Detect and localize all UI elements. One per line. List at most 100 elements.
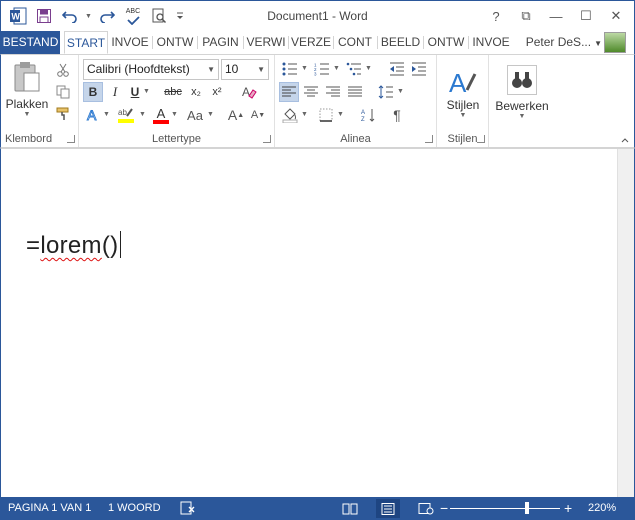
word-count[interactable]: 1 WOORD [108,497,161,520]
zoom-slider-thumb[interactable] [525,502,529,514]
copy-button[interactable] [53,82,73,102]
sort-button[interactable]: AZ [359,105,379,125]
borders-button[interactable] [315,105,337,125]
strikethrough-button[interactable]: abc [161,82,185,102]
read-mode-icon[interactable] [338,499,362,518]
align-right-icon [326,86,340,97]
font-name-combo[interactable]: Calibri (Hoofdtekst) ▼ [83,59,219,80]
subscript-button[interactable]: x₂ [186,82,206,102]
shrink-font-button[interactable]: A ▼ [249,105,267,125]
tab-design[interactable]: ONTW [154,31,196,54]
zoom-slider[interactable] [450,508,560,509]
decrease-indent-icon [390,62,404,76]
show-formatting-button[interactable]: ¶ [387,105,407,125]
binoculars-icon [507,64,537,95]
align-center-button[interactable] [301,82,321,102]
tab-start[interactable]: START [64,31,108,54]
format-painter-button[interactable] [53,104,73,124]
shading-dropdown-icon[interactable]: ▼ [301,111,308,118]
title-bar: W ▼ ABC Document1 - Word ? ⧉ — ☐ ✕ [0,0,635,31]
shading-button[interactable] [279,105,301,125]
bullets-button[interactable] [279,59,301,79]
font-color-dropdown-icon[interactable]: ▼ [171,111,178,118]
help-icon[interactable]: ? [482,5,510,27]
document-area[interactable]: =lorem() [0,148,635,498]
dialog-launcher-icon[interactable] [477,135,485,143]
cut-button[interactable] [53,60,73,80]
dialog-launcher-icon[interactable] [263,135,271,143]
text-effects-dropdown-icon[interactable]: ▼ [103,111,110,118]
web-layout-icon[interactable] [414,499,438,518]
tab-file[interactable]: BESTAND [1,31,60,54]
multilevel-list-button[interactable] [343,59,365,79]
tab-developer[interactable]: ONTW [425,31,467,54]
editing-button[interactable]: Bewerken ▼ [493,58,551,126]
multilevel-dropdown-icon[interactable]: ▼ [365,65,372,72]
tab-layout[interactable]: PAGIN [199,31,242,54]
tab-view[interactable]: BEELD [379,31,422,54]
collapse-ribbon-button[interactable] [619,135,631,145]
ribbon-display-icon[interactable]: ⧉ [512,5,540,27]
proofing-icon[interactable] [180,501,196,517]
dialog-launcher-icon[interactable] [425,135,433,143]
zoom-level[interactable]: 220% [588,497,616,520]
justify-button[interactable] [345,82,365,102]
tab-insert[interactable]: INVOE [109,31,151,54]
maximize-icon[interactable]: ☐ [572,5,600,27]
numbering-button[interactable]: 123 [311,59,333,79]
borders-dropdown-icon[interactable]: ▼ [337,111,344,118]
svg-text:Z: Z [361,117,365,122]
align-left-button[interactable] [279,82,299,102]
tab-mailings[interactable]: VERZE [290,31,332,54]
change-case-button[interactable]: Aa [183,105,207,125]
align-right-button[interactable] [323,82,343,102]
underline-button[interactable]: U [127,82,143,102]
highlight-button[interactable]: ab [115,105,137,125]
chevron-down-icon: ▼ [594,39,602,48]
clear-formatting-button[interactable]: A [239,82,259,102]
close-icon[interactable]: ✕ [602,5,630,27]
document-text[interactable]: =lorem() [26,231,122,260]
tab-review[interactable]: CONT [335,31,375,54]
increase-indent-icon [412,62,426,76]
tab-addins[interactable]: INVOE [470,31,512,54]
vertical-scrollbar[interactable] [617,149,634,498]
zoom-in-button[interactable]: + [564,497,572,520]
font-color-button[interactable]: A [151,105,171,125]
minimize-icon[interactable]: — [542,5,570,27]
text-effects-button[interactable]: A [83,105,103,125]
line-spacing-button[interactable] [375,82,397,102]
svg-text:3: 3 [314,72,317,77]
tab-separator [288,36,289,49]
editing-dropdown-icon: ▼ [518,112,526,120]
grow-font-button[interactable]: A ▲ [227,105,245,125]
superscript-button[interactable]: x² [207,82,227,102]
page-count[interactable]: PAGINA 1 VAN 1 [8,497,91,520]
highlight-dropdown-icon[interactable]: ▼ [139,111,146,118]
bold-button[interactable]: B [83,82,103,102]
bullets-dropdown-icon[interactable]: ▼ [301,65,308,72]
line-spacing-dropdown-icon[interactable]: ▼ [397,88,404,95]
decrease-indent-button[interactable] [387,59,407,79]
numbering-dropdown-icon[interactable]: ▼ [333,65,340,72]
text-prefix: = [26,232,41,259]
increase-indent-button[interactable] [409,59,429,79]
print-layout-icon[interactable] [376,499,400,518]
styles-button[interactable]: A Stijlen ▼ [441,58,485,126]
paste-button[interactable]: Plakken ▼ [5,58,49,120]
justify-icon [348,86,362,97]
font-name-value: Calibri (Hoofdtekst) [87,62,190,76]
tab-references[interactable]: VERWI [245,31,287,54]
zoom-out-button[interactable]: − [440,497,448,520]
underline-dropdown-icon[interactable]: ▼ [143,88,150,95]
font-size-combo[interactable]: 10 ▼ [221,59,269,80]
line-spacing-icon [378,85,393,99]
change-case-dropdown-icon[interactable]: ▼ [207,111,214,118]
editing-label: Bewerken [495,98,549,113]
paint-bucket-icon [282,108,298,123]
italic-button[interactable]: I [105,82,125,102]
user-account[interactable]: Peter DeS... ▼ [526,31,602,54]
avatar[interactable] [604,32,626,53]
window-controls: ? ⧉ — ☐ ✕ [482,5,630,27]
dialog-launcher-icon[interactable] [67,135,75,143]
